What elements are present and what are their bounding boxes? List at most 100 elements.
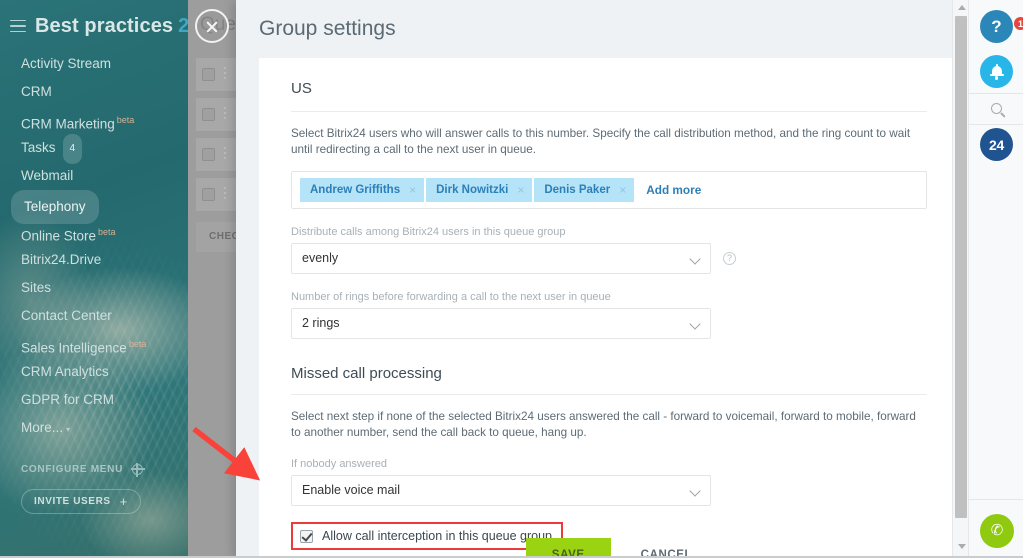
chevron-down-icon [689,318,701,330]
sidebar-item-activity-stream[interactable]: Activity Stream [0,50,188,78]
search-button[interactable] [980,96,1013,120]
group-settings-modal: Group settings US Select Bitrix24 users … [236,0,968,558]
sidebar-item-webmail[interactable]: Webmail [0,162,188,190]
user-chip[interactable]: Dirk Nowitzki × [426,178,533,202]
bitrix24-button[interactable]: 24 [980,128,1013,161]
sidebar-item-label: Contact Center [21,308,112,323]
drag-handle-icon [224,147,226,162]
distribute-calls-row: evenly ? [291,243,927,274]
sidebar-item-bitrix24-drive[interactable]: Bitrix24.Drive [0,246,188,274]
chevron-down-icon: ▾ [66,425,71,434]
row-checkbox [202,68,215,81]
left-sidebar: Best practices 24 Activity Stream CRM CR… [0,0,188,558]
modal-title: Group settings [259,17,396,40]
add-more-link[interactable]: Add more [646,183,701,197]
sidebar-item-crm[interactable]: CRM [0,78,188,106]
save-button[interactable]: SAVE [525,538,611,558]
if-nobody-answered-value: Enable voice mail [302,483,400,497]
drag-handle-icon [224,187,226,202]
sidebar-item-sales-intelligence[interactable]: Sales Intelligence beta [0,330,188,358]
plus-icon: + [119,494,128,509]
question-icon: ? [991,16,1002,36]
sidebar-item-label: Webmail [21,168,74,183]
drag-handle-icon [224,107,226,122]
beta-tag: beta [116,115,135,125]
portal-title: Best practices [35,14,174,37]
sidebar-item-label: Activity Stream [21,56,112,71]
section-missed-description: Select next step if none of the selected… [291,410,916,439]
modal-body-card: US Select Bitrix24 users who will answer… [259,58,959,558]
search-icon [991,102,1002,114]
configure-menu-label: CONFIGURE MENU [21,464,124,475]
close-icon[interactable] [195,9,229,43]
configure-menu-button[interactable]: CONFIGURE MENU [0,462,188,477]
distribute-calls-value: evenly [302,251,339,265]
app-root: Best practices 24 Activity Stream CRM CR… [0,0,1023,558]
number-of-rings-value: 2 rings [302,316,340,330]
bell-icon [989,64,1004,80]
sidebar-item-crm-marketing[interactable]: CRM Marketing beta [0,106,188,134]
users-chip-field[interactable]: Andrew Griffiths × Dirk Nowitzki × Denis… [291,171,927,209]
tasks-count-badge: 4 [62,134,83,164]
distribute-calls-select[interactable]: evenly [291,243,711,274]
sidebar-item-label: Online Store [21,228,97,244]
number-of-rings-select[interactable]: 2 rings [291,308,711,339]
sidebar-item-tasks[interactable]: Tasks 4 [0,134,188,164]
scroll-down-arrow-icon[interactable] [956,542,967,551]
help-button[interactable]: ? 1 [980,10,1023,43]
invite-users-button[interactable]: INVITE USERS + [21,489,141,514]
scrollbar-thumb[interactable] [955,16,967,518]
modal-scrollbar[interactable] [952,0,968,558]
sidebar-item-label: Sales Intelligence [21,340,127,356]
user-chip-label: Andrew Griffiths [310,184,401,196]
remove-chip-icon[interactable]: × [517,183,524,197]
call-button[interactable]: ✆ [980,514,1014,548]
sidebar-item-contact-center[interactable]: Contact Center [0,302,188,330]
rail-divider [969,499,1023,500]
scroll-up-arrow-icon[interactable] [956,4,967,13]
row-checkbox [202,188,215,201]
sidebar-item-label: CRM [21,84,52,99]
help-notification-badge: 1 [1013,16,1023,31]
if-nobody-answered-select[interactable]: Enable voice mail [291,475,711,506]
if-nobody-answered-label: If nobody answered [291,458,388,470]
sidebar-item-crm-analytics[interactable]: CRM Analytics [0,358,188,386]
number-of-rings-label: Number of rings before forwarding a call… [291,291,611,303]
gear-icon [130,462,145,477]
notifications-button[interactable] [980,55,1013,88]
sidebar-item-label: GDPR for CRM [21,392,115,407]
chevron-down-icon [689,253,701,265]
sidebar-item-label: More... [21,420,64,435]
invite-users-label: INVITE USERS [34,496,111,507]
sidebar-item-sites[interactable]: Sites [0,274,188,302]
sidebar-item-label: Bitrix24.Drive [21,252,102,267]
distribute-calls-label: Distribute calls among Bitrix24 users in… [291,226,566,238]
portal-title-number: 24 [178,14,188,37]
chevron-down-icon [689,485,701,497]
sidebar-logo-row[interactable]: Best practices 24 [0,0,188,40]
remove-chip-icon[interactable]: × [409,183,416,197]
row-checkbox [202,108,215,121]
hamburger-icon[interactable] [10,19,26,33]
sidebar-menu: Activity Stream CRM CRM Marketing beta Ta… [0,50,188,442]
phone-icon: ✆ [990,522,1004,539]
sidebar-item-label: CRM Marketing [21,116,115,132]
beta-tag: beta [128,339,147,349]
remove-chip-icon[interactable]: × [619,183,626,197]
modal-button-row: SAVE CANCEL [259,532,959,558]
user-chip[interactable]: Andrew Griffiths × [300,178,425,202]
sidebar-item-label: Tasks [21,140,56,155]
bitrix24-icon: 24 [989,136,1004,153]
rail-divider [969,124,1023,125]
sidebar-item-gdpr-for-crm[interactable]: GDPR for CRM [0,386,188,414]
help-icon[interactable]: ? [723,252,736,265]
sidebar-item-more[interactable]: More... ▾ [0,414,188,442]
drag-handle-icon [224,67,226,82]
sidebar-item-telephony[interactable]: Telephony [0,190,188,224]
user-chip[interactable]: Denis Paker × [534,178,635,202]
section-us-description: Select Bitrix24 users who will answer ca… [291,127,911,156]
sidebar-item-online-store[interactable]: Online Store beta [0,218,188,246]
rail-divider [969,93,1023,94]
beta-tag: beta [98,227,116,237]
row-checkbox [202,148,215,161]
